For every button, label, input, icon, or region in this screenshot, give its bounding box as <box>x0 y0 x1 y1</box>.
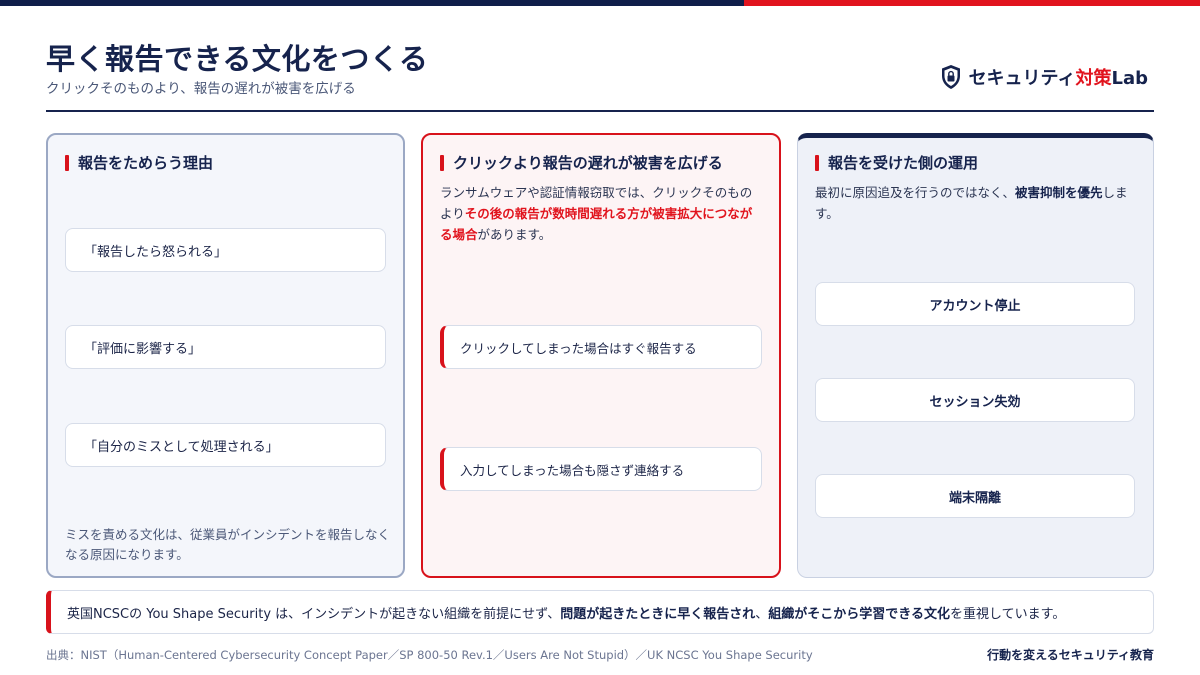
card-response-operations: 報告を受けた側の運用 最初に原因追及を行うのではなく、被害抑制を優先します。 ア… <box>797 133 1154 578</box>
shield-lock-icon <box>940 64 962 90</box>
heading-marker <box>815 154 819 171</box>
header-divider <box>46 110 1154 112</box>
top-accent-bar <box>0 0 1200 6</box>
card-report-delay: クリックより報告の遅れが被害を広げる ランサムウェアや認証情報窃取では、クリック… <box>421 133 781 578</box>
card-reasons-heading: 報告をためらう理由 <box>65 152 213 173</box>
card-report-delay-heading: クリックより報告の遅れが被害を広げる <box>440 152 723 173</box>
brand-name: セキュリティ対策Lab <box>968 68 1148 89</box>
reason-quote: 「評価に影響する」 <box>65 325 386 369</box>
reason-quote: 「報告したら怒られる」 <box>65 228 386 272</box>
source-citation: 出典：NIST（Human-Centered Cybersecurity Con… <box>46 648 813 662</box>
summary-banner: 英国NCSCの You Shape Security は、インシデントが起きない… <box>46 590 1154 634</box>
page-subtitle: クリックそのものより、報告の遅れが被害を広げる <box>46 81 356 97</box>
action-step: クリックしてしまった場合はすぐ報告する <box>440 325 762 369</box>
heading-marker <box>440 154 444 171</box>
card-response-heading: 報告を受けた側の運用 <box>815 152 978 173</box>
heading-marker <box>65 154 69 171</box>
card-reasons-note: ミスを責める文化は、従業員がインシデントを報告しなくなる原因になります。 <box>65 527 391 562</box>
top-bar-red-segment <box>744 0 1200 6</box>
response-action: 端末隔離 <box>815 474 1135 518</box>
response-action: セッション失効 <box>815 378 1135 422</box>
reason-quote: 「自分のミスとして処理される」 <box>65 423 386 467</box>
response-action: アカウント停止 <box>815 282 1135 326</box>
footer-tagline: 行動を変えるセキュリティ教育 <box>987 648 1154 662</box>
card-response-description: 最初に原因追及を行うのではなく、被害抑制を優先します。 <box>815 185 1128 221</box>
action-step: 入力してしまった場合も隠さず連絡する <box>440 447 762 491</box>
brand-logo: セキュリティ対策Lab <box>940 64 1148 90</box>
page-title: 早く報告できる文化をつくる <box>46 42 429 76</box>
card-report-delay-description: ランサムウェアや認証情報窃取では、クリックそのものよりその後の報告が数時間遅れる… <box>440 185 753 242</box>
top-bar-navy-segment <box>0 0 744 6</box>
card-reasons: 報告をためらう理由 「報告したら怒られる」 「評価に影響する」 「自分のミスとし… <box>46 133 405 578</box>
